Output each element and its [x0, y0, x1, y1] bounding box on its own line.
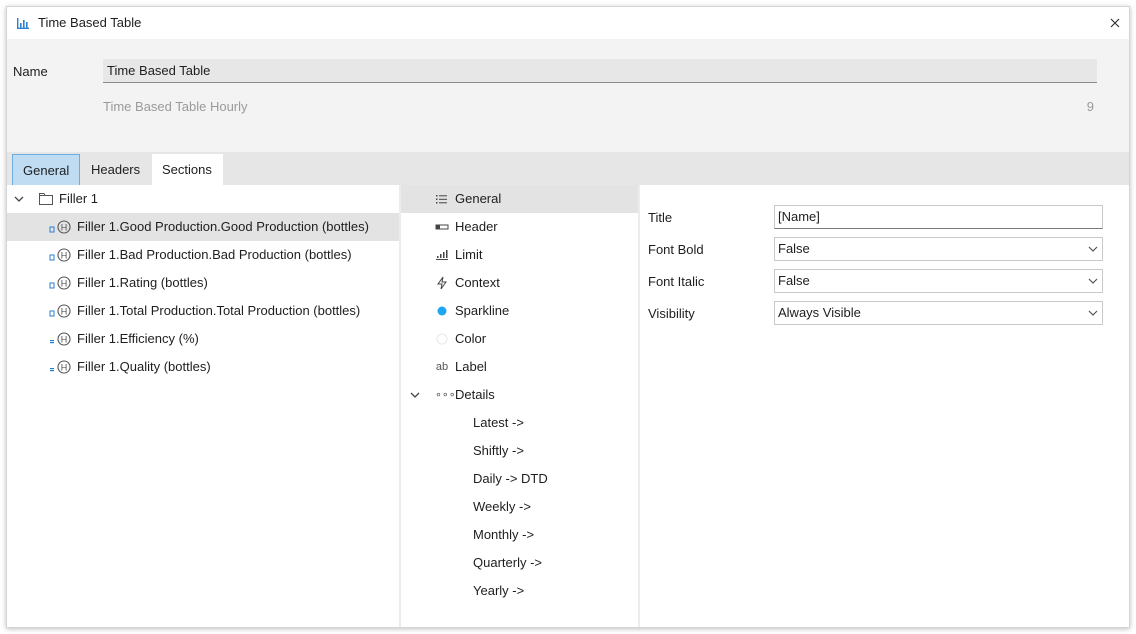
section-label-item[interactable]: ab Label: [401, 353, 638, 381]
header-icon: [435, 224, 449, 230]
chevron-down-icon: [1088, 310, 1098, 316]
visibility-dropdown[interactable]: Always Visible: [774, 301, 1103, 325]
title-input-value: [Name]: [778, 209, 820, 224]
folder-icon: [39, 193, 53, 205]
item-count: 9: [1086, 99, 1094, 114]
details-item-weekly[interactable]: Weekly ->: [401, 493, 638, 521]
section-limit[interactable]: Limit: [401, 241, 638, 269]
tree-item-label: Filler 1.Total Production.Total Producti…: [77, 303, 361, 318]
font-bold-value: False: [778, 241, 810, 256]
tree-item[interactable]: H Filler 1.Rating (bottles): [7, 269, 399, 297]
section-general[interactable]: General: [401, 185, 638, 213]
prop-label-visibility: Visibility: [648, 306, 695, 321]
details-item-daily[interactable]: Daily -> DTD: [401, 465, 638, 493]
font-bold-dropdown[interactable]: False: [774, 237, 1103, 261]
chevron-down-icon: [1088, 278, 1098, 284]
tab-bar: General Headers Sections: [7, 152, 1129, 186]
window-title: Time Based Table: [38, 15, 142, 30]
tree-item[interactable]: H Filler 1.Bad Production.Bad Production…: [7, 241, 399, 269]
svg-text:H: H: [61, 307, 68, 317]
prop-label-font-italic: Font Italic: [648, 274, 705, 289]
section-label: General: [455, 191, 502, 206]
tree-root-label: Filler 1: [59, 191, 99, 206]
chart-icon: [17, 18, 29, 29]
section-label: Label: [455, 359, 487, 374]
dots-icon: ∘∘∘: [435, 389, 456, 401]
details-label: Quarterly ->: [473, 555, 542, 570]
dot-icon: [437, 306, 447, 316]
ab-icon: ab: [435, 361, 449, 373]
tree-item-label: Filler 1.Efficiency (%): [77, 331, 199, 346]
section-label: Context: [455, 275, 500, 290]
details-item-latest[interactable]: Latest ->: [401, 409, 638, 437]
name-label: Name: [13, 64, 48, 79]
limit-icon: [436, 250, 448, 260]
historian-tag-icon: H: [49, 220, 71, 234]
tag-tree: Filler 1 H Filler 1.Good Production.Good…: [7, 185, 399, 627]
svg-text:H: H: [61, 363, 68, 373]
svg-text:H: H: [61, 279, 68, 289]
chevron-down-icon: [1088, 246, 1098, 252]
historian-tag-icon: H: [49, 304, 71, 318]
font-italic-value: False: [778, 273, 810, 288]
sections-list: General Header Limit Context Sparkline C…: [401, 185, 638, 627]
tree-root[interactable]: Filler 1: [7, 185, 399, 213]
header-section: Name Time Based Table Hourly 9: [7, 39, 1129, 152]
section-sparkline[interactable]: Sparkline: [401, 297, 638, 325]
tab-headers[interactable]: Headers: [81, 154, 153, 186]
title-bar: Time Based Table: [7, 7, 1129, 39]
tab-sections[interactable]: Sections: [152, 154, 223, 186]
details-item-quarterly[interactable]: Quarterly ->: [401, 549, 638, 577]
chevron-down-icon[interactable]: [14, 194, 24, 204]
tree-item-label: Filler 1.Rating (bottles): [77, 275, 208, 290]
details-label: Monthly ->: [473, 527, 535, 542]
section-details[interactable]: ∘∘∘ Details: [401, 381, 638, 409]
tree-item-label: Filler 1.Quality (bottles): [77, 359, 211, 374]
visibility-value: Always Visible: [778, 305, 861, 320]
svg-text:H: H: [61, 335, 68, 345]
section-label: Header: [455, 219, 498, 234]
title-input[interactable]: [Name]: [774, 205, 1103, 229]
properties-panel: Title [Name] Font Bold False Font Italic…: [640, 185, 1129, 627]
close-icon[interactable]: [1107, 15, 1123, 31]
prop-label-font-bold: Font Bold: [648, 242, 704, 257]
section-header[interactable]: Header: [401, 213, 638, 241]
section-label: Color: [455, 331, 487, 346]
name-input[interactable]: [103, 59, 1097, 83]
historian-tag-icon: H: [49, 276, 71, 290]
section-label: Sparkline: [455, 303, 510, 318]
details-item-monthly[interactable]: Monthly ->: [401, 521, 638, 549]
section-color[interactable]: Color: [401, 325, 638, 353]
tree-item[interactable]: H Filler 1.Efficiency (%): [7, 325, 399, 353]
historian-tag-icon: H: [50, 360, 71, 374]
details-label: Shiftly ->: [473, 443, 524, 458]
lightning-icon: [437, 276, 447, 290]
tree-item[interactable]: H Filler 1.Quality (bottles): [7, 353, 399, 381]
section-context[interactable]: Context: [401, 269, 638, 297]
tree-item-label: Filler 1.Good Production.Good Production…: [77, 219, 369, 234]
section-label: Details: [455, 387, 495, 402]
details-item-shiftly[interactable]: Shiftly ->: [401, 437, 638, 465]
dialog-window: Time Based Table Name Time Based Table H…: [6, 6, 1130, 628]
section-label: Limit: [455, 247, 483, 262]
details-label: Weekly ->: [473, 499, 531, 514]
details-label: Latest ->: [473, 415, 524, 430]
color-circle-icon: [436, 333, 448, 345]
tree-item-label: Filler 1.Bad Production.Bad Production (…: [77, 247, 352, 262]
historian-tag-icon: H: [49, 248, 71, 262]
list-icon: [436, 195, 447, 204]
details-label: Yearly ->: [473, 583, 525, 598]
prop-label-title: Title: [648, 210, 673, 225]
svg-text:H: H: [61, 251, 68, 261]
tree-item[interactable]: H Filler 1.Total Production.Total Produc…: [7, 297, 399, 325]
historian-tag-icon: H: [50, 332, 71, 346]
details-label: Daily -> DTD: [473, 471, 548, 486]
font-italic-dropdown[interactable]: False: [774, 269, 1103, 293]
tree-item[interactable]: H Filler 1.Good Production.Good Producti…: [7, 213, 399, 241]
tab-general[interactable]: General: [12, 154, 80, 186]
details-item-yearly[interactable]: Yearly ->: [401, 577, 638, 605]
svg-text:H: H: [61, 223, 68, 233]
subtitle-text: Time Based Table Hourly: [103, 99, 248, 114]
chevron-down-icon[interactable]: [410, 390, 420, 400]
